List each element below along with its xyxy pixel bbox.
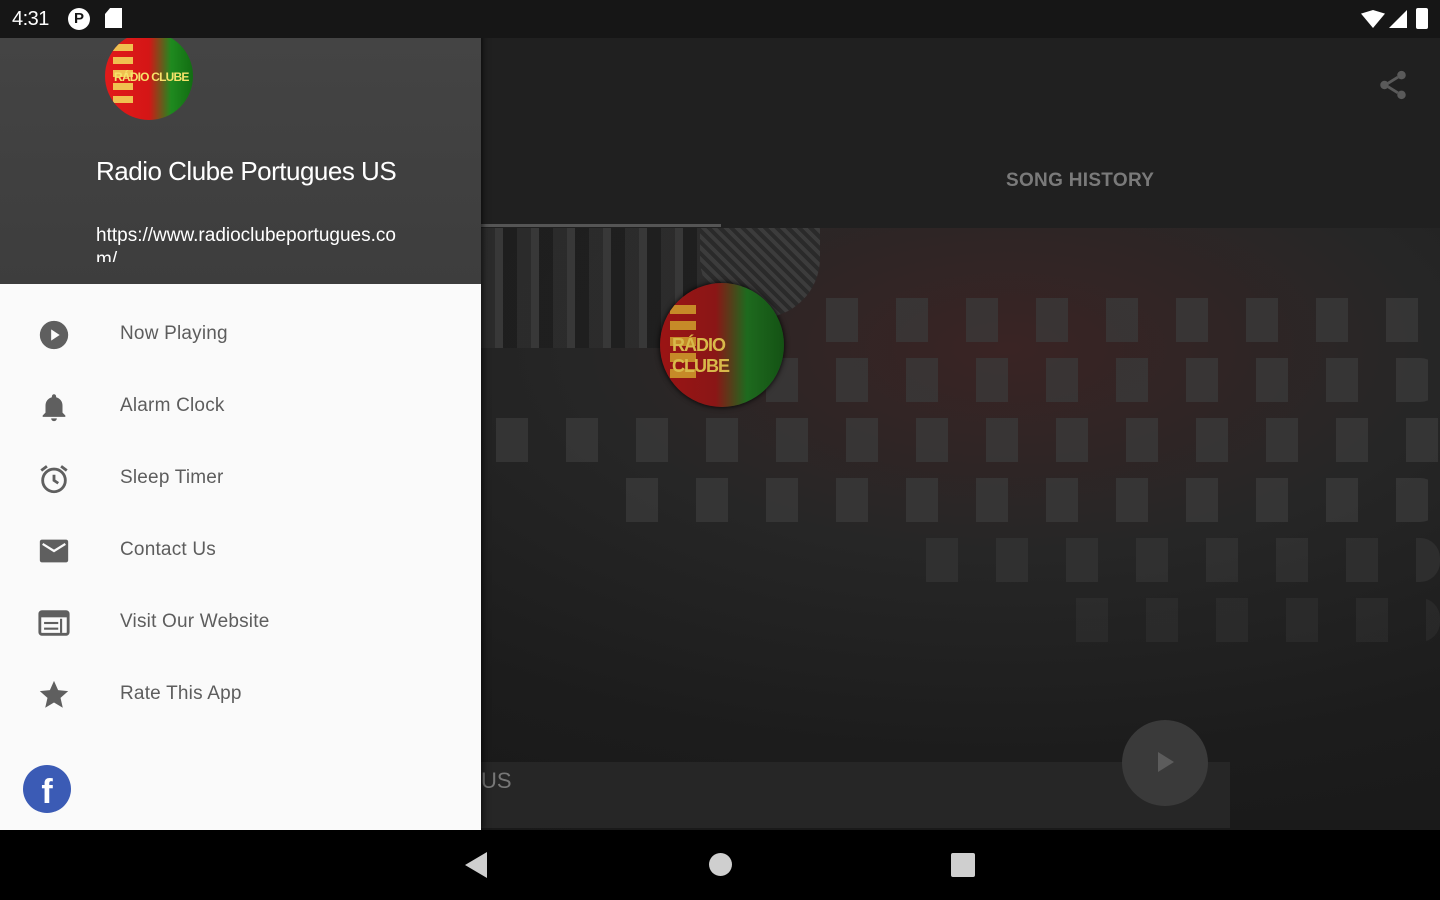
facebook-button[interactable]: f xyxy=(23,765,71,813)
menu-item-label: Visit Our Website xyxy=(120,611,270,632)
mixer-knob-row xyxy=(800,298,1440,342)
signal-icon xyxy=(1389,10,1407,28)
mixer-knob-row xyxy=(740,358,1440,402)
play-circle-icon xyxy=(39,320,69,350)
station-logo: RÁDIO CLUBE xyxy=(105,32,193,120)
station-logo-text: RÁDIO CLUBE xyxy=(114,70,189,84)
station-logo-large-text: RÁDIO CLUBE xyxy=(672,335,730,376)
station-url[interactable]: https://www.radioclubeportugues.com/ xyxy=(96,224,396,262)
menu-item-now-playing[interactable]: Now Playing xyxy=(0,298,481,370)
bell-icon xyxy=(42,394,66,422)
play-button[interactable] xyxy=(1122,720,1208,806)
drawer-menu: Now Playing Alarm Clock Sleep Timer Cont… xyxy=(0,298,481,730)
system-nav-bar xyxy=(0,830,1440,900)
menu-item-label: Alarm Clock xyxy=(120,395,225,416)
menu-item-sleep-timer[interactable]: Sleep Timer xyxy=(0,442,481,514)
star-icon xyxy=(39,680,69,708)
player-station-name: US xyxy=(481,768,512,793)
status-bar: 4:31 P xyxy=(0,0,1440,38)
p-badge-icon: P xyxy=(68,8,90,30)
menu-item-label: Now Playing xyxy=(120,323,228,344)
mixer-knob-row xyxy=(1050,598,1440,642)
navigation-drawer: RÁDIO CLUBE Radio Clube Portugues US htt… xyxy=(0,0,481,830)
mixer-knob-row xyxy=(900,538,1440,582)
station-logo-large: RÁDIO CLUBE xyxy=(660,283,784,407)
menu-item-label: Contact Us xyxy=(120,539,216,560)
share-icon[interactable] xyxy=(1376,68,1410,102)
back-icon[interactable] xyxy=(465,852,487,878)
mixer-knob-row xyxy=(470,418,1440,462)
menu-item-label: Sleep Timer xyxy=(120,467,224,488)
battery-icon xyxy=(1416,8,1428,29)
station-name: Radio Clube Portugues US xyxy=(96,156,397,186)
drawer-header: RÁDIO CLUBE Radio Clube Portugues US htt… xyxy=(0,0,481,284)
player-bar[interactable]: US xyxy=(481,762,1230,828)
recents-icon[interactable] xyxy=(951,853,975,877)
menu-item-rate-app[interactable]: Rate This App xyxy=(0,658,481,730)
menu-item-alarm-clock[interactable]: Alarm Clock xyxy=(0,370,481,442)
home-icon[interactable] xyxy=(709,853,732,876)
sd-card-icon xyxy=(105,8,122,28)
tab-song-history[interactable]: SONG HISTORY xyxy=(1006,170,1154,192)
web-icon xyxy=(38,610,70,636)
mail-icon xyxy=(39,539,69,563)
tab-indicator xyxy=(481,224,721,227)
mixer-knob-row xyxy=(600,478,1440,522)
menu-item-label: Rate This App xyxy=(120,683,242,704)
play-icon xyxy=(1158,752,1174,772)
wifi-icon xyxy=(1361,10,1385,28)
status-time: 4:31 xyxy=(12,8,49,30)
menu-item-visit-website[interactable]: Visit Our Website xyxy=(0,586,481,658)
alarm-clock-icon xyxy=(40,465,68,494)
menu-item-contact-us[interactable]: Contact Us xyxy=(0,514,481,586)
